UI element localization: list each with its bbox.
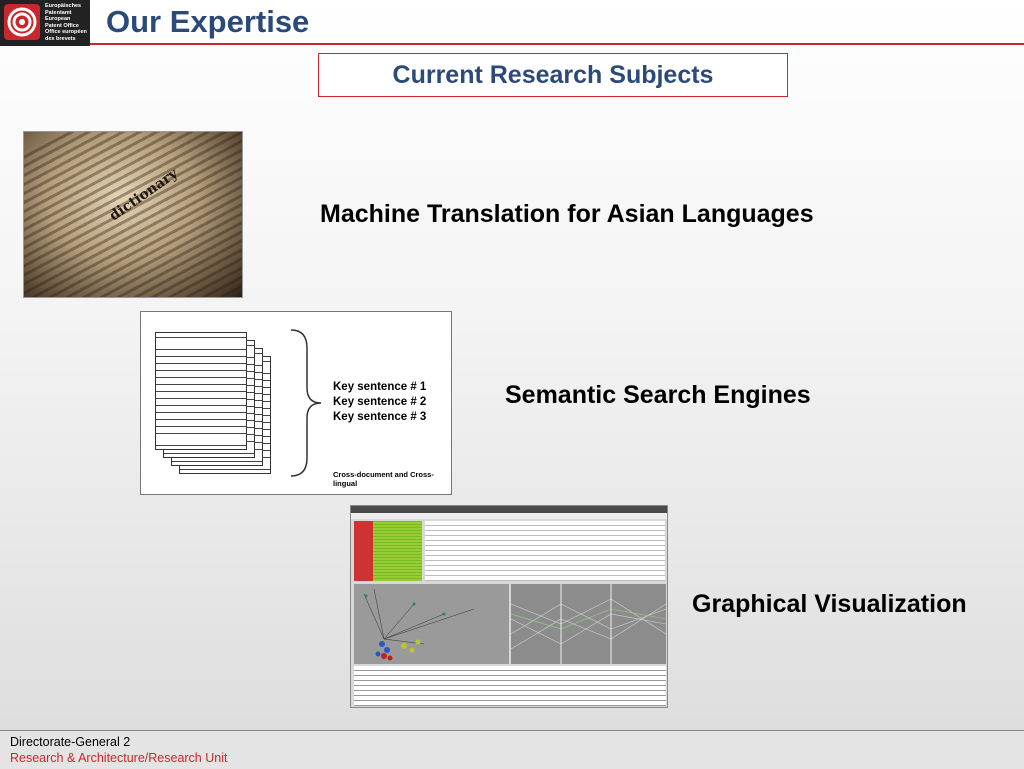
window-menubar — [351, 513, 667, 519]
scatter-plot-panel — [354, 584, 509, 664]
dictionary-photo: dictionary — [23, 131, 243, 298]
dictionary-text-lines — [24, 132, 242, 297]
logo-line: Europäisches — [45, 3, 82, 9]
title-divider — [90, 43, 1024, 45]
key-sentence-2: Key sentence # 2 — [333, 396, 427, 408]
logo-line: Office européen — [45, 29, 87, 36]
epo-logo-mark — [4, 4, 40, 40]
section-heading: Current Research Subjects — [318, 53, 788, 97]
footer-unit: Research & Architecture/Research Unit — [10, 751, 228, 765]
visualization-screenshot — [350, 505, 668, 708]
epo-logo-text: Europäisches Patentamt European Patent O… — [45, 3, 87, 43]
heatmap-panel — [354, 521, 422, 581]
text-panel — [354, 666, 666, 706]
logo-line: European — [45, 16, 71, 23]
epo-logo: Europäisches Patentamt European Patent O… — [0, 0, 90, 46]
page-title: Our Expertise — [106, 4, 310, 39]
document-page — [155, 332, 247, 450]
key-sentence-1: Key sentence # 1 — [333, 381, 427, 393]
window-titlebar — [351, 506, 667, 513]
topic-semantic-search: Semantic Search Engines — [505, 381, 811, 409]
logo-line: des brevets — [45, 35, 76, 42]
topic-graphical-visualization: Graphical Visualization — [692, 590, 967, 618]
tree-list-panel — [425, 521, 665, 581]
key-sentence-3: Key sentence # 3 — [333, 411, 427, 423]
footer-directorate: Directorate-General 2 — [10, 735, 131, 749]
logo-line: Patent Office — [45, 22, 79, 29]
topic-machine-translation: Machine Translation for Asian Languages — [320, 200, 814, 228]
logo-line: Patentamt — [45, 9, 72, 16]
curly-brace-icon — [290, 329, 322, 477]
parallel-coordinates-panel — [510, 584, 667, 664]
semantic-search-figure: Key sentence # 1 Key sentence # 2 Key se… — [140, 311, 452, 495]
footer: Directorate-General 2 Research & Archite… — [0, 730, 1024, 769]
figure-caption: Cross-document and Cross-lingual — [333, 470, 434, 488]
